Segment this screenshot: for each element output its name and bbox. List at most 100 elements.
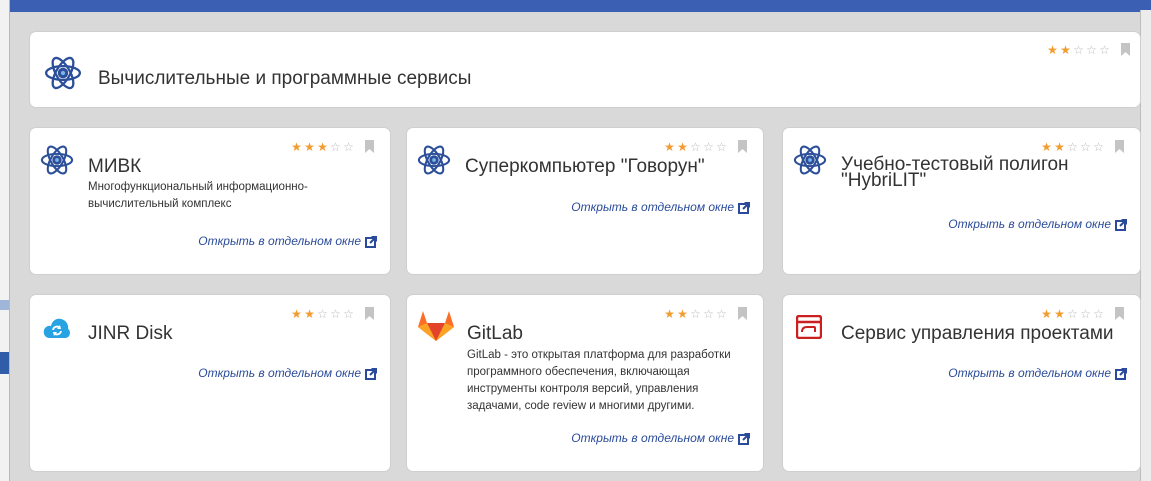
star-empty-icon[interactable]: ☆ xyxy=(330,141,341,153)
star-filled-icon[interactable]: ★ xyxy=(677,141,688,153)
description-line: программного обеспечения, включающая xyxy=(467,366,690,378)
star-filled-icon[interactable]: ★ xyxy=(291,141,302,153)
external-link-icon xyxy=(738,431,751,445)
top-accent-bar xyxy=(0,0,1151,12)
atom-icon xyxy=(44,54,82,92)
star-empty-icon[interactable]: ☆ xyxy=(343,141,354,153)
link-label: Открыть в отдельном окне xyxy=(198,366,361,380)
gitlab-logo-icon xyxy=(418,311,454,341)
star-empty-icon[interactable]: ☆ xyxy=(690,141,701,153)
star-empty-icon[interactable]: ☆ xyxy=(1080,141,1091,153)
bookmark-icon[interactable] xyxy=(365,140,374,153)
description-line: GitLab - это открытая платформа для разр… xyxy=(467,349,731,361)
external-link-icon xyxy=(738,200,751,214)
star-empty-icon[interactable]: ☆ xyxy=(317,308,328,320)
star-empty-icon[interactable]: ☆ xyxy=(1086,44,1097,56)
atom-icon xyxy=(417,143,451,177)
star-empty-icon[interactable]: ☆ xyxy=(716,308,727,320)
star-empty-icon[interactable]: ☆ xyxy=(690,308,701,320)
bookmark-icon[interactable] xyxy=(1121,43,1130,56)
card-description: Многофункциональный информационно- вычис… xyxy=(88,179,308,213)
right-scrollbar[interactable] xyxy=(1140,10,1151,481)
left-window-edge xyxy=(0,0,10,481)
star-empty-icon[interactable]: ☆ xyxy=(1080,308,1091,320)
open-in-new-window-link[interactable]: Открыть в отдельном окне xyxy=(948,217,1128,231)
star-empty-icon[interactable]: ☆ xyxy=(343,308,354,320)
star-filled-icon[interactable]: ★ xyxy=(677,308,688,320)
star-empty-icon[interactable]: ☆ xyxy=(1093,308,1104,320)
left-edge-fragment xyxy=(0,352,9,374)
rating-stars[interactable]: ★ ★ ☆ ☆ ☆ xyxy=(1041,140,1124,153)
rating-stars[interactable]: ★ ★ ☆ ☆ ☆ xyxy=(664,307,747,320)
section-title: Вычислительные и программные сервисы xyxy=(98,68,472,89)
star-filled-icon[interactable]: ★ xyxy=(1054,308,1065,320)
star-empty-icon[interactable]: ☆ xyxy=(1067,308,1078,320)
cloud-sync-icon xyxy=(43,318,70,338)
link-label: Открыть в отдельном окне xyxy=(948,366,1111,380)
link-label: Открыть в отдельном окне xyxy=(571,200,734,214)
service-card-gitlab: GitLab GitLab - это открытая платформа д… xyxy=(407,295,763,471)
star-empty-icon[interactable]: ☆ xyxy=(703,141,714,153)
external-link-icon xyxy=(1115,366,1128,380)
star-filled-icon[interactable]: ★ xyxy=(1060,44,1071,56)
star-empty-icon[interactable]: ☆ xyxy=(1093,141,1104,153)
service-card-project-management: Сервис управления проектами ★ ★ ☆ ☆ ☆ Открыт… xyxy=(783,295,1140,471)
card-title[interactable]: Суперкомпьютер "Говорун" xyxy=(465,157,705,176)
star-empty-icon[interactable]: ☆ xyxy=(703,308,714,320)
card-title[interactable]: JINR Disk xyxy=(88,324,172,343)
star-filled-icon[interactable]: ★ xyxy=(304,141,315,153)
service-card-mivk: МИВК Многофункциональный информационно- … xyxy=(30,128,390,274)
open-in-new-window-link[interactable]: Открыть в отдельном окне xyxy=(198,234,378,248)
star-filled-icon[interactable]: ★ xyxy=(1041,308,1052,320)
description-line: вычислительный комплекс xyxy=(88,198,232,210)
rating-stars[interactable]: ★ ★ ★ ☆ ☆ xyxy=(291,140,374,153)
service-card-hybrilit: Учебно-тестовый полигон "HybriLIT" ★ ★ ☆ ☆ ☆… xyxy=(783,128,1140,274)
open-in-new-window-link[interactable]: Открыть в отдельном окне xyxy=(198,366,378,380)
description-line: Многофункциональный информационно- xyxy=(88,181,308,193)
left-edge-fragment xyxy=(0,300,9,310)
card-title[interactable]: Учебно-тестовый полигон "HybriLIT" xyxy=(841,155,1069,191)
bookmark-icon[interactable] xyxy=(1115,307,1124,320)
open-in-new-window-link[interactable]: Открыть в отдельном окне xyxy=(948,366,1128,380)
bookmark-icon[interactable] xyxy=(738,140,747,153)
description-line: задачами, code review и многими другими. xyxy=(467,400,695,412)
card-title[interactable]: GitLab xyxy=(467,324,523,343)
rating-stars[interactable]: ★ ★ ☆ ☆ ☆ xyxy=(291,307,374,320)
atom-icon xyxy=(40,143,74,177)
rating-stars[interactable]: ★ ★ ☆ ☆ ☆ xyxy=(1041,307,1124,320)
open-in-new-window-link[interactable]: Открыть в отдельном окне xyxy=(571,200,751,214)
service-card-jinr-disk: JINR Disk ★ ★ ☆ ☆ ☆ Открыть в отдельном окне xyxy=(30,295,390,471)
star-empty-icon[interactable]: ☆ xyxy=(330,308,341,320)
section-header-card: Вычислительные и программные сервисы ★ ★ ☆… xyxy=(30,32,1140,107)
star-filled-icon[interactable]: ★ xyxy=(664,308,675,320)
service-card-govorun: Суперкомпьютер "Говорун" ★ ★ ☆ ☆ ☆ Открыть в… xyxy=(407,128,763,274)
star-empty-icon[interactable]: ☆ xyxy=(716,141,727,153)
project-board-icon xyxy=(796,315,822,339)
star-filled-icon[interactable]: ★ xyxy=(664,141,675,153)
rating-stars[interactable]: ★ ★ ☆ ☆ ☆ xyxy=(1047,43,1130,56)
star-filled-icon[interactable]: ★ xyxy=(1041,141,1052,153)
description-line: инструменты контроля версий, управления xyxy=(467,383,699,395)
star-empty-icon[interactable]: ☆ xyxy=(1067,141,1078,153)
card-title[interactable]: МИВК xyxy=(88,157,141,176)
rating-stars[interactable]: ★ ★ ☆ ☆ ☆ xyxy=(664,140,747,153)
star-filled-icon[interactable]: ★ xyxy=(304,308,315,320)
star-filled-icon[interactable]: ★ xyxy=(1054,141,1065,153)
external-link-icon xyxy=(365,234,378,248)
star-filled-icon[interactable]: ★ xyxy=(317,141,328,153)
external-link-icon xyxy=(365,366,378,380)
bookmark-icon[interactable] xyxy=(365,307,374,320)
star-empty-icon[interactable]: ☆ xyxy=(1073,44,1084,56)
card-title[interactable]: Сервис управления проектами xyxy=(841,324,1114,343)
open-in-new-window-link[interactable]: Открыть в отдельном окне xyxy=(571,431,751,445)
title-line: "HybriLIT" xyxy=(841,170,927,191)
card-description: GitLab - это открытая платформа для разр… xyxy=(467,347,731,415)
bookmark-icon[interactable] xyxy=(1115,140,1124,153)
bookmark-icon[interactable] xyxy=(738,307,747,320)
link-label: Открыть в отдельном окне xyxy=(198,234,361,248)
star-filled-icon[interactable]: ★ xyxy=(291,308,302,320)
star-empty-icon[interactable]: ☆ xyxy=(1099,44,1110,56)
star-filled-icon[interactable]: ★ xyxy=(1047,44,1058,56)
external-link-icon xyxy=(1115,217,1128,231)
atom-icon xyxy=(793,143,827,177)
